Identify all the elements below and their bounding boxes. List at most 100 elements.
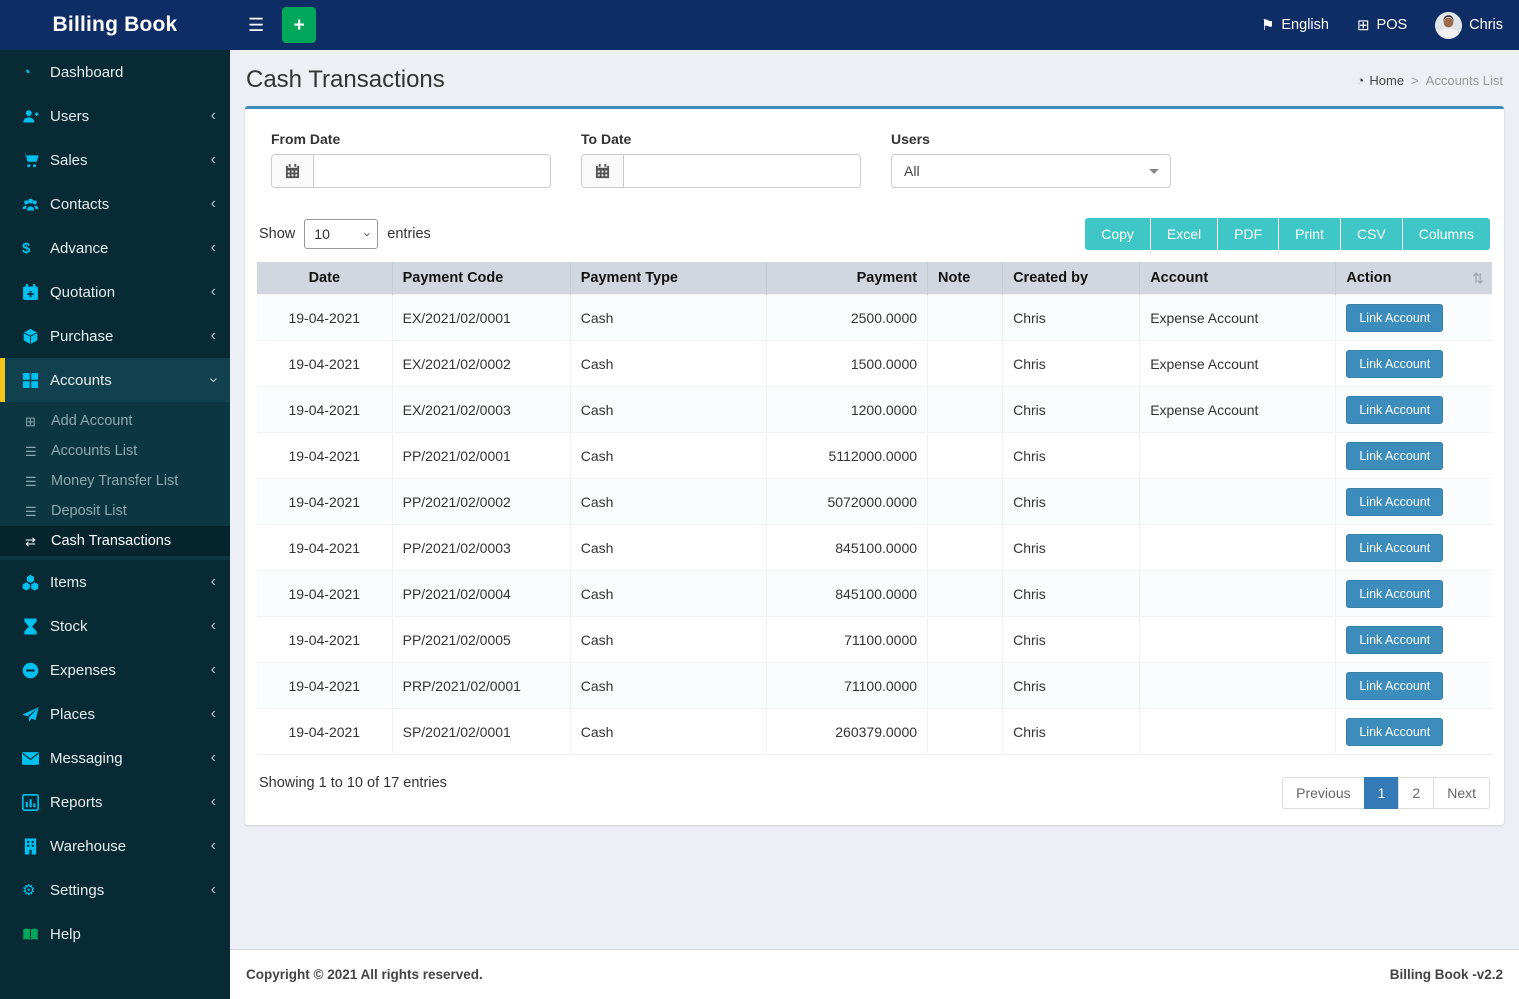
page-length-value: 10: [314, 226, 330, 242]
pos-label: POS: [1376, 17, 1408, 33]
sidebar-item-help[interactable]: Help: [0, 912, 230, 956]
from-date-label: From Date: [271, 131, 341, 147]
to-date-input[interactable]: [624, 155, 860, 187]
navbar-left: ☰ +: [230, 0, 317, 50]
excel-button[interactable]: Excel: [1150, 218, 1218, 250]
breadcrumb: ◔ Home > Accounts List: [1357, 73, 1503, 88]
columns-button[interactable]: Columns: [1402, 218, 1490, 250]
sidebar-item-money-transfer-list[interactable]: ☰ Money Transfer List: [0, 466, 230, 496]
table-row: 19-04-2021 PP/2021/02/0001 Cash 5112000.000…: [257, 432, 1492, 479]
link-account-button[interactable]: Link Account: [1346, 533, 1444, 562]
page-length-select[interactable]: 10 ‹: [304, 219, 379, 249]
home-icon: ◔: [1356, 72, 1365, 88]
print-button[interactable]: Print: [1279, 218, 1340, 250]
sidebar-item-label: Accounts: [50, 371, 112, 389]
sidebar-toggle-button[interactable]: ☰: [242, 11, 270, 40]
sidebar-item-places[interactable]: Places ‹: [0, 692, 230, 736]
sidebar-item-label: Reports: [50, 793, 103, 811]
sidebar-item-add-account[interactable]: ⊞ Add Account: [0, 406, 230, 436]
link-account-button[interactable]: Link Account: [1346, 625, 1444, 654]
cell-date: 19-04-2021: [257, 478, 393, 525]
sidebar-item-deposit-list[interactable]: ☰ Deposit List: [0, 496, 230, 526]
sidebar-item-dashboard[interactable]: ◔ Dashboard: [0, 50, 230, 94]
sidebar-item-purchase[interactable]: Purchase ‹: [0, 314, 230, 358]
chevron-left-icon: ‹: [210, 749, 216, 766]
app-brand[interactable]: Billing Book: [0, 0, 230, 50]
table-row: 19-04-2021 PRP/2021/02/0001 Cash 71100.0000…: [257, 662, 1492, 709]
sidebar-item-accounts-list[interactable]: ☰ Accounts List: [0, 436, 230, 466]
link-account-button[interactable]: Link Account: [1346, 671, 1444, 700]
sort-icon[interactable]: ⇅: [1472, 271, 1484, 285]
sidebar-item-settings[interactable]: ⚙ Settings ‹: [0, 868, 230, 912]
sidebar-item-messaging[interactable]: Messaging ‹: [0, 736, 230, 780]
cell-payment-type: Cash: [569, 570, 767, 617]
cell-payment-code: PRP/2021/02/0001: [391, 662, 571, 709]
quick-add-button[interactable]: +: [282, 7, 317, 43]
grid-icon: [22, 372, 50, 389]
column-header-created-by[interactable]: Created by: [1002, 262, 1141, 295]
sidebar-item-accounts[interactable]: Accounts ‹: [0, 358, 230, 402]
page-button-1[interactable]: 1: [1363, 777, 1400, 809]
csv-button[interactable]: CSV: [1340, 218, 1402, 250]
cell-payment-type: Cash: [569, 616, 767, 663]
sidebar-item-cash-transactions[interactable]: ⇄ Cash Transactions: [0, 526, 230, 556]
link-account-button[interactable]: Link Account: [1346, 717, 1444, 746]
link-account-button[interactable]: Link Account: [1346, 579, 1444, 608]
cell-created-by: Chris: [1002, 432, 1141, 479]
navbar-right: ⚑ English ⊞ POS Chris: [1261, 0, 1519, 50]
sidebar-item-users[interactable]: Users ‹: [0, 94, 230, 138]
column-header-payment-type[interactable]: Payment Type: [570, 262, 767, 295]
column-header-action[interactable]: Action ⇅: [1335, 262, 1492, 295]
cell-action: Link Account: [1335, 432, 1492, 479]
filters-row: From Date To Date Users All: [257, 119, 1492, 212]
table-row: 19-04-2021 PP/2021/02/0004 Cash 845100.0000…: [257, 570, 1492, 617]
column-header-payment-code[interactable]: Payment Code: [392, 262, 571, 295]
sidebar-item-label: Accounts List: [51, 443, 138, 459]
user-menu[interactable]: Chris: [1435, 11, 1503, 39]
sidebar-item-expenses[interactable]: Expenses ‹: [0, 648, 230, 692]
chevron-down-icon: ‹: [204, 377, 222, 383]
users-select[interactable]: All: [891, 154, 1171, 188]
breadcrumb-home-link[interactable]: ◔ Home: [1357, 73, 1405, 88]
sidebar-item-warehouse[interactable]: Warehouse ‹: [0, 824, 230, 868]
column-header-account[interactable]: Account: [1139, 262, 1337, 295]
dollar-icon: $: [22, 239, 31, 257]
cell-payment-type: Cash: [569, 294, 767, 341]
language-menu[interactable]: ⚑ English: [1261, 17, 1329, 33]
sidebar-item-sales[interactable]: Sales ‹: [0, 138, 230, 182]
link-account-button[interactable]: Link Account: [1346, 349, 1444, 378]
sidebar-item-reports[interactable]: Reports ‹: [0, 780, 230, 824]
exchange-icon: ⇄: [25, 533, 36, 549]
pos-button[interactable]: ⊞ POS: [1357, 17, 1407, 33]
user-name: Chris: [1469, 17, 1503, 33]
show-entries: Show 10 ‹ entries: [259, 219, 431, 249]
link-account-button[interactable]: Link Account: [1346, 303, 1444, 332]
link-account-button[interactable]: Link Account: [1346, 487, 1444, 516]
pagination: Previous 1 2 Next: [1282, 777, 1490, 809]
previous-button[interactable]: Previous: [1282, 777, 1365, 809]
sidebar-item-stock[interactable]: Stock ‹: [0, 604, 230, 648]
sidebar-item-items[interactable]: Items ‹: [0, 560, 230, 604]
column-header-note[interactable]: Note: [927, 262, 1004, 295]
pdf-button[interactable]: PDF: [1218, 218, 1279, 250]
from-date-input[interactable]: [314, 155, 550, 187]
link-account-button[interactable]: Link Account: [1346, 395, 1444, 424]
cell-payment-type: Cash: [569, 524, 767, 571]
sidebar-item-label: Items: [50, 573, 87, 591]
cell-payment: 71100.0000: [765, 662, 929, 709]
sidebar-item-quotation[interactable]: Quotation ‹: [0, 270, 230, 314]
sidebar-item-advance[interactable]: $ Advance ‹: [0, 226, 230, 270]
sidebar-item-label: Advance: [50, 239, 109, 257]
cell-note: [927, 340, 1004, 387]
sidebar-item-label: Cash Transactions: [51, 533, 172, 549]
next-button[interactable]: Next: [1433, 777, 1490, 809]
page-button-2[interactable]: 2: [1398, 777, 1435, 809]
cube-icon: [22, 328, 50, 345]
column-header-date[interactable]: Date: [257, 262, 393, 295]
sidebar-item-contacts[interactable]: Contacts ‹: [0, 182, 230, 226]
link-account-button[interactable]: Link Account: [1346, 441, 1444, 470]
copy-button[interactable]: Copy: [1085, 218, 1150, 250]
sidebar-item-label: Stock: [50, 617, 88, 635]
column-header-payment[interactable]: Payment: [766, 262, 929, 295]
table-row: 19-04-2021 EX/2021/02/0002 Cash 1500.0000 Ch…: [257, 340, 1492, 387]
